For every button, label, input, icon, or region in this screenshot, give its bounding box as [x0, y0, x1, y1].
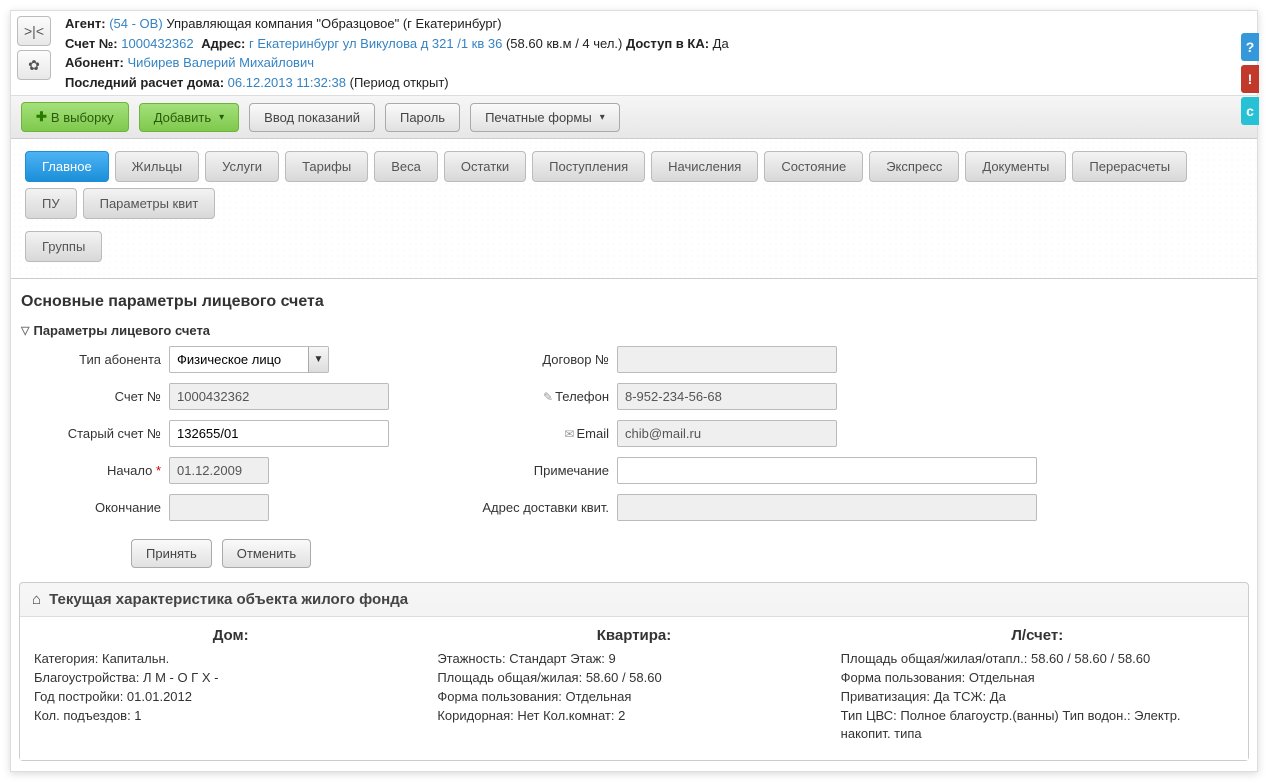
- end-label: Окончание: [21, 500, 161, 515]
- tab-перерасчеты[interactable]: Перерасчеты: [1072, 151, 1187, 182]
- email-label: ✉Email: [469, 426, 609, 441]
- readings-button[interactable]: Ввод показаний: [249, 103, 375, 132]
- pencil-icon: ✎: [543, 390, 553, 404]
- subscriber-link[interactable]: Чибирев Валерий Михайлович: [127, 55, 314, 70]
- mail-icon: ✉: [564, 427, 574, 441]
- print-forms-button[interactable]: Печатные формы▾: [470, 103, 620, 132]
- account-no-label: Счет №:: [65, 36, 118, 51]
- chevron-down-icon: ▾: [600, 112, 605, 123]
- tab-пу[interactable]: ПУ: [25, 188, 77, 219]
- cancel-button[interactable]: Отменить: [222, 539, 311, 568]
- tab-жильцы[interactable]: Жильцы: [115, 151, 199, 182]
- tab-параметры квит[interactable]: Параметры квит: [83, 188, 216, 219]
- old-account-field[interactable]: [169, 420, 389, 447]
- tab-поступления[interactable]: Поступления: [532, 151, 645, 182]
- add-button[interactable]: Добавить▾: [139, 103, 239, 132]
- delivery-label: Адрес доставки квит.: [469, 500, 609, 515]
- tab-документы[interactable]: Документы: [965, 151, 1066, 182]
- chevron-down-icon: ▾: [219, 112, 224, 123]
- tab-состояние[interactable]: Состояние: [764, 151, 863, 182]
- email-field[interactable]: [617, 420, 837, 447]
- house-column: Дом: Категория: Капитальн.Благоустройств…: [34, 627, 427, 744]
- tab-главное[interactable]: Главное: [25, 151, 109, 182]
- characteristics-panel: ⌂ Текущая характеристика объекта жилого …: [19, 582, 1249, 761]
- end-field[interactable]: [169, 494, 269, 521]
- address-label: Адрес:: [201, 36, 245, 51]
- panel-title: Текущая характеристика объекта жилого фо…: [49, 591, 408, 608]
- flat-column: Квартира: Этажность: Стандарт Этаж: 9Пло…: [437, 627, 830, 744]
- tab-веса[interactable]: Веса: [374, 151, 438, 182]
- start-label: Начало *: [21, 463, 161, 478]
- header-info: Агент: (54 - ОВ) Управляющая компания "О…: [57, 11, 1257, 95]
- fieldset-toggle[interactable]: ▽ Параметры лицевого счета: [11, 321, 1257, 346]
- type-label: Тип абонента: [21, 352, 161, 367]
- account-column: Л/счет: Площадь общая/жилая/отапл.: 58.6…: [841, 627, 1234, 744]
- last-calc-link[interactable]: 06.12.2013 11:32:38: [228, 75, 346, 90]
- gear-icon[interactable]: ✿: [17, 50, 51, 80]
- area-info: (58.60 кв.м / 4 чел.): [506, 36, 626, 51]
- account-field-label: Счет №: [21, 389, 161, 404]
- side-tab-chat[interactable]: c: [1241, 97, 1259, 125]
- note-field[interactable]: [617, 457, 1037, 484]
- old-account-label: Старый счет №: [21, 426, 161, 441]
- collapse-icon[interactable]: >|<: [17, 16, 51, 46]
- last-calc-suffix: (Период открыт): [350, 75, 449, 90]
- tab-экспресс[interactable]: Экспресс: [869, 151, 959, 182]
- account-no-link[interactable]: 1000432362: [121, 36, 193, 51]
- agent-label: Агент:: [65, 16, 106, 31]
- plus-icon: ✚: [36, 109, 47, 125]
- start-field[interactable]: [169, 457, 269, 484]
- side-tab-alert[interactable]: !: [1241, 65, 1259, 93]
- password-button[interactable]: Пароль: [385, 103, 460, 132]
- to-selection-button[interactable]: ✚В выборку: [21, 102, 129, 132]
- tab-тарифы[interactable]: Тарифы: [285, 151, 368, 182]
- address-link[interactable]: г Екатеринбург ул Викулова д 321 /1 кв 3…: [249, 36, 502, 51]
- tabs-row: ГлавноеЖильцыУслугиТарифыВесаОстаткиПост…: [25, 151, 1243, 262]
- contract-label: Договор №: [469, 352, 609, 367]
- last-calc-label: Последний расчет дома:: [65, 75, 224, 90]
- phone-label: ✎Телефон: [469, 389, 609, 404]
- tab-услуги[interactable]: Услуги: [205, 151, 279, 182]
- agent-name: Управляющая компания "Образцовое" (г Ека…: [166, 16, 501, 31]
- side-tabs: ? ! c: [1241, 33, 1259, 125]
- home-icon: ⌂: [32, 591, 41, 608]
- tab-группы[interactable]: Группы: [25, 231, 102, 262]
- access-label: Доступ в КА:: [626, 36, 709, 51]
- delivery-field[interactable]: [617, 494, 1037, 521]
- triangle-down-icon: ▽: [21, 324, 29, 337]
- section-title: Основные параметры лицевого счета: [11, 279, 1257, 321]
- account-field: [169, 383, 389, 410]
- note-label: Примечание: [469, 463, 609, 478]
- subscriber-label: Абонент:: [65, 55, 124, 70]
- tab-начисления[interactable]: Начисления: [651, 151, 758, 182]
- access-value: Да: [713, 36, 729, 51]
- side-tab-help[interactable]: ?: [1241, 33, 1259, 61]
- agent-code-link[interactable]: (54 - ОВ): [109, 16, 162, 31]
- submit-button[interactable]: Принять: [131, 539, 212, 568]
- contract-field[interactable]: [617, 346, 837, 373]
- phone-field[interactable]: [617, 383, 837, 410]
- type-select[interactable]: [169, 346, 329, 373]
- toolbar: ✚В выборку Добавить▾ Ввод показаний Паро…: [11, 95, 1257, 139]
- tab-остатки[interactable]: Остатки: [444, 151, 526, 182]
